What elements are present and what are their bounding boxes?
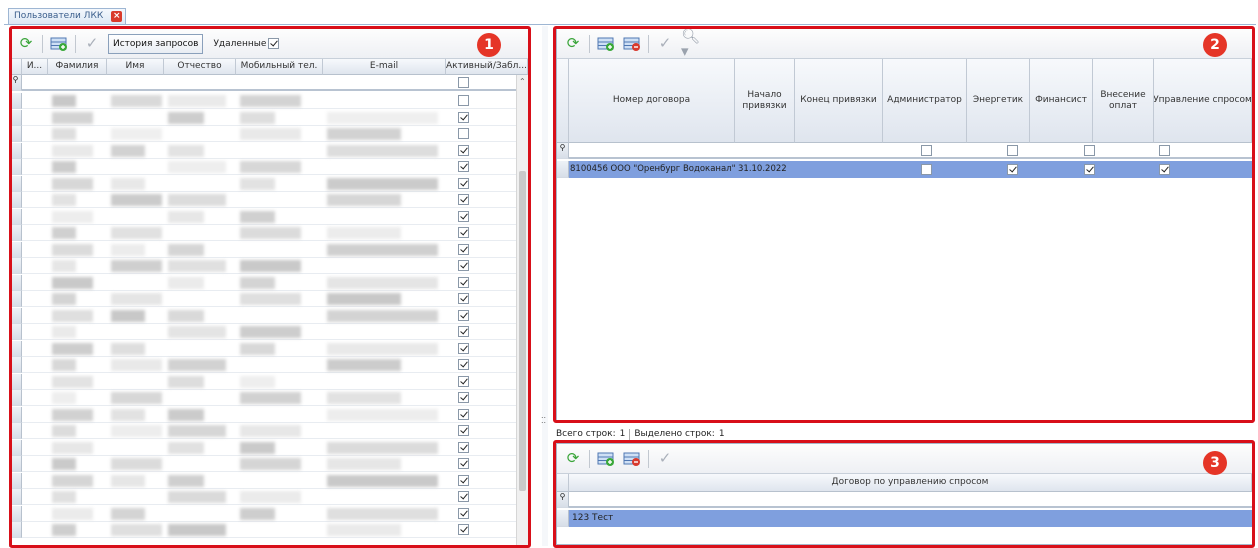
- highlight-frame-1: [9, 26, 531, 548]
- document-tab-label: Пользователи ЛКК: [14, 11, 104, 21]
- highlight-frame-3: [553, 440, 1255, 548]
- highlight-frame-2: [553, 26, 1255, 423]
- badge-1: 1: [477, 33, 501, 57]
- vertical-splitter[interactable]: ⁚⁚: [541, 26, 548, 546]
- badge-2: 2: [1203, 33, 1227, 57]
- close-tab-icon[interactable]: ×: [111, 11, 123, 22]
- document-tab-strip: [0, 0, 1258, 24]
- badge-3: 3: [1203, 451, 1227, 475]
- splitter-grip-icon: ⁚⁚: [541, 416, 547, 425]
- document-tab-users-lkk[interactable]: Пользователи ЛКК ×: [8, 8, 127, 24]
